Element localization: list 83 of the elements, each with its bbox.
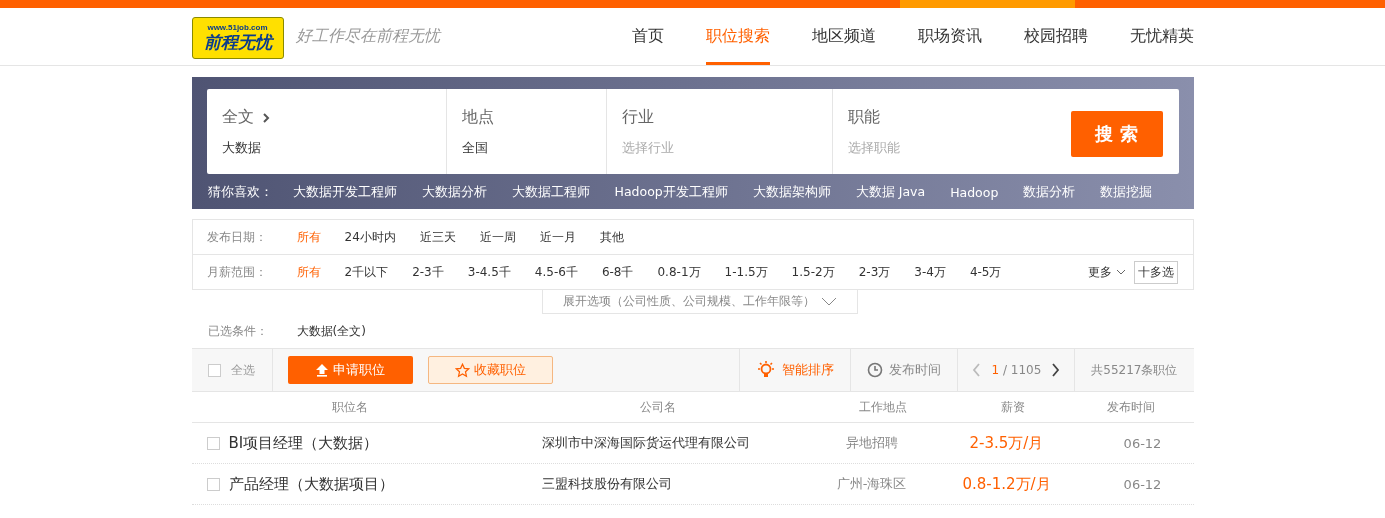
filter-option[interactable]: 3-4.5千 — [467, 263, 511, 281]
job-title-link[interactable]: BI项目经理（大数据） — [228, 433, 379, 453]
job-location: 广州-海珠区 — [835, 475, 908, 493]
field-value: 大数据 — [221, 139, 262, 157]
checkbox[interactable] — [206, 477, 220, 491]
selected-condition: 大数据(全文) — [296, 322, 366, 340]
multi-select-button[interactable]: 十多选 — [1133, 260, 1178, 284]
filter-option[interactable]: 2-3千 — [412, 263, 444, 281]
selected-conditions-label: 已选条件： — [207, 322, 269, 340]
logo[interactable]: www.51job.com 前程无忧 — [191, 16, 284, 59]
filter-option[interactable]: 其他 — [599, 228, 624, 246]
nav-link[interactable]: 地区频道 — [811, 8, 876, 65]
suggestion-link[interactable]: 数据分析 — [1023, 183, 1076, 201]
column-header: 发布时间 — [1105, 398, 1156, 416]
search-field[interactable]: 职能 选择职能 — [832, 89, 1053, 174]
filter-option[interactable]: 24小时内 — [344, 228, 396, 246]
filter-option[interactable]: 近一周 — [479, 228, 516, 246]
chevron-down-icon — [821, 297, 837, 306]
logo-text: 前程无忧 — [203, 32, 272, 52]
field-label: 行业 — [621, 107, 654, 128]
chevron-right-icon[interactable] — [1051, 363, 1061, 377]
suggestion-link[interactable]: 大数据架构师 — [752, 183, 831, 201]
field-placeholder: 选择行业 — [621, 139, 675, 157]
suggestion-link[interactable]: 大数据 Java — [855, 183, 926, 201]
expand-options-link[interactable]: 展开选项（公司性质、公司规模、工作年限等） — [542, 290, 858, 314]
column-header: 薪资 — [999, 398, 1026, 416]
chevron-down-icon — [1115, 269, 1126, 275]
more-link[interactable]: 更多 — [1087, 263, 1126, 281]
field-value: 全国 — [461, 139, 489, 157]
star-icon — [454, 362, 470, 378]
search-field[interactable]: 地点 全国 — [446, 89, 607, 174]
filter-option[interactable]: 0.8-1万 — [657, 263, 701, 281]
filter-label: 月薪范围： — [206, 263, 268, 281]
nav-link[interactable]: 无忧精英 — [1129, 8, 1194, 65]
suggest-label: 猜你喜欢： — [206, 183, 273, 201]
field-label: 全文 — [221, 107, 254, 128]
search-field[interactable]: 全文 大数据 — [206, 89, 447, 174]
suggestion-link[interactable]: 大数据工程师 — [511, 183, 590, 201]
filter-option[interactable]: 3-4万 — [914, 263, 946, 281]
filter-option[interactable]: 2-3万 — [858, 263, 891, 281]
logo-url: www.51job.com — [207, 23, 268, 32]
column-header: 职位名 — [330, 398, 369, 416]
select-all-label: 全选 — [230, 361, 255, 379]
publish-date: 06-12 — [1122, 435, 1163, 451]
filter-option[interactable]: 1-1.5万 — [724, 263, 768, 281]
checkbox[interactable] — [207, 363, 221, 377]
suggestion-link[interactable]: 大数据分析 — [421, 183, 487, 201]
company-name[interactable]: 三盟科技股份有限公司 — [541, 475, 822, 493]
nav-link[interactable]: 校园招聘 — [1023, 8, 1088, 65]
chevron-right-icon — [261, 111, 270, 124]
filter-option[interactable]: 6-8千 — [601, 263, 634, 281]
filter-option[interactable]: 1.5-2万 — [791, 263, 835, 281]
field-placeholder: 选择职能 — [847, 139, 901, 157]
upload-arrow-icon — [315, 363, 329, 377]
suggestion-link[interactable]: Hadoop开发工程师 — [614, 183, 728, 201]
salary: 0.8-1.2万/月 — [961, 474, 1052, 494]
field-label: 地点 — [461, 107, 494, 128]
filter-option[interactable]: 近三天 — [419, 228, 456, 246]
filter-option[interactable]: 近一月 — [539, 228, 576, 246]
filter-label: 发布日期： — [206, 228, 268, 246]
checkbox[interactable] — [206, 436, 220, 450]
column-header: 工作地点 — [857, 398, 908, 416]
suggestion-link[interactable]: Hadoop — [950, 184, 999, 200]
total-count: 共55217条职位 — [1074, 349, 1194, 391]
slogan: 好工作尽在前程无忧 — [295, 26, 440, 47]
clock-icon — [867, 362, 884, 378]
publish-date: 06-12 — [1122, 476, 1163, 492]
salary: 2-3.5万/月 — [968, 433, 1045, 453]
filter-option[interactable]: 4-5万 — [969, 263, 1002, 281]
company-name[interactable]: 深圳市中深海国际货运代理有限公司 — [541, 434, 822, 452]
search-field[interactable]: 行业 选择行业 — [606, 89, 833, 174]
job-title-link[interactable]: 产品经理（大数据项目） — [228, 474, 394, 494]
field-label: 职能 — [847, 107, 880, 128]
page-indicator: 1 / 1105 — [991, 363, 1042, 377]
nav-link[interactable]: 职场资讯 — [917, 8, 982, 65]
suggestion-link[interactable]: 大数据开发工程师 — [292, 183, 397, 201]
chevron-left-icon[interactable] — [972, 363, 982, 377]
nav-link[interactable]: 首页 — [631, 8, 664, 65]
filter-option[interactable]: 2千以下 — [344, 263, 389, 281]
column-header: 公司名 — [638, 398, 677, 416]
filter-option[interactable]: 4.5-6千 — [534, 263, 578, 281]
lightbulb-icon — [756, 360, 777, 380]
job-location: 异地招聘 — [844, 434, 899, 452]
